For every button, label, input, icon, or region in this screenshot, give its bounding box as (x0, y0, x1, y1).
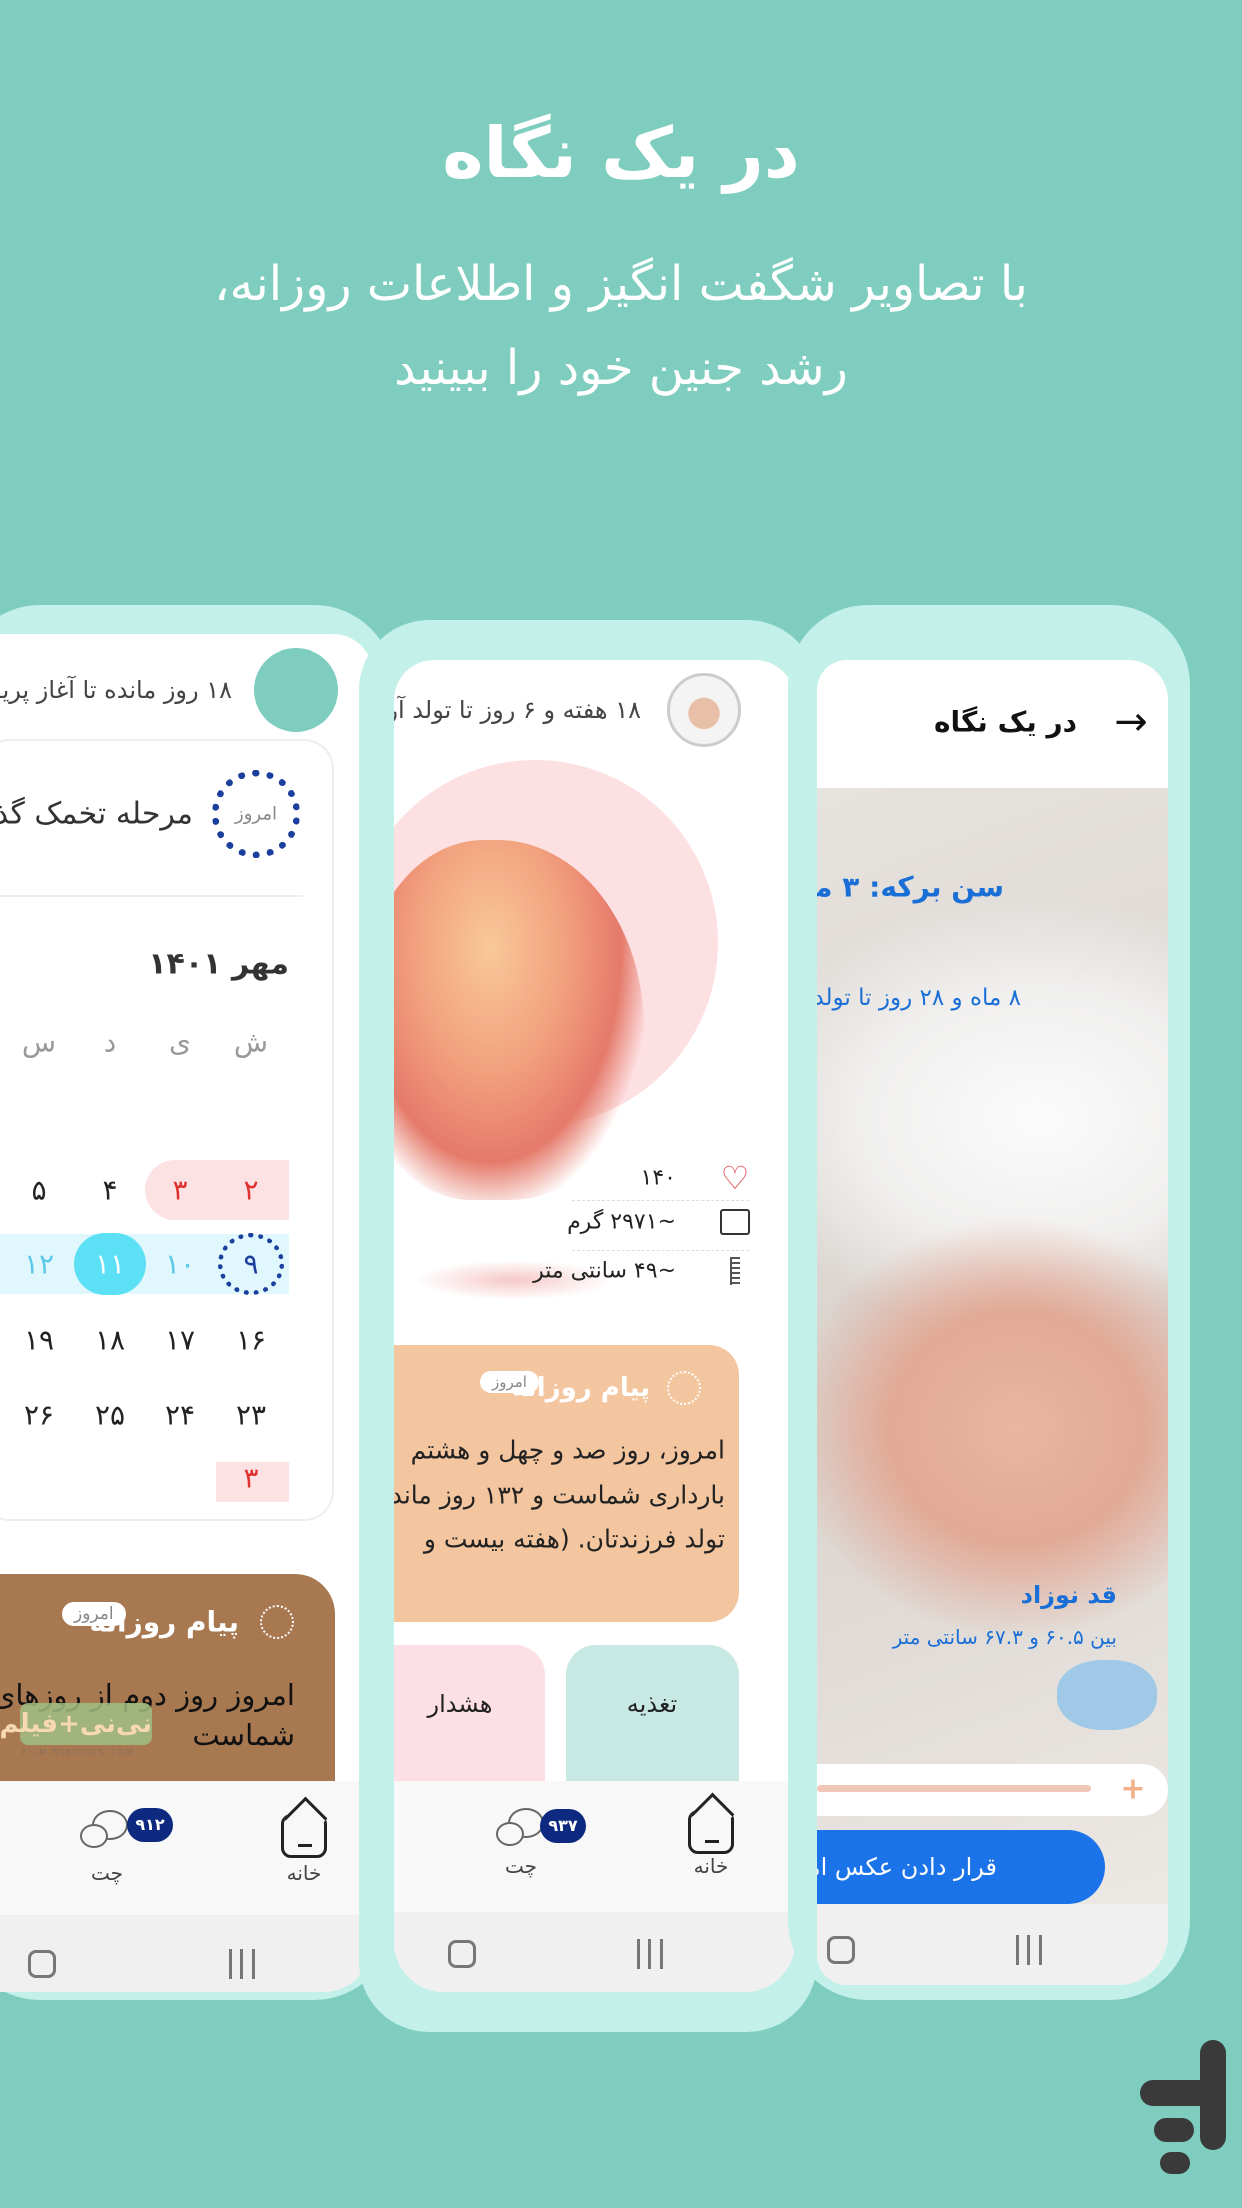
chat-icon[interactable] (496, 1808, 546, 1848)
weekday-header: د (103, 1025, 117, 1059)
daily-text-line1: امروز، روز صد و چهل و هشتم (410, 1435, 725, 1465)
calendar-day[interactable]: ۲۶ (9, 1399, 69, 1432)
home-icon[interactable] (281, 1814, 327, 1858)
hero-title: در یک نگاه (442, 112, 800, 194)
watermark-url: FILM.NINIPLUS.COM (22, 1748, 135, 1757)
divider (572, 1200, 749, 1201)
calendar-day[interactable]: ۱۸ (80, 1324, 140, 1357)
sun-icon (260, 1605, 294, 1639)
calendar-day[interactable]: ۵ (9, 1174, 69, 1207)
calendar-day[interactable]: ۲۴ (150, 1399, 210, 1432)
weekday-header: س (21, 1025, 57, 1059)
calendar-day[interactable]: ۱۹ (9, 1324, 69, 1357)
recents-icon[interactable] (229, 1949, 255, 1979)
back-arrow-icon[interactable]: → (1114, 699, 1148, 745)
heart-icon: ♡ (720, 1159, 750, 1197)
home-icon[interactable] (688, 1810, 734, 1854)
calendar-day[interactable]: ۳ (150, 1174, 210, 1207)
screen-title: در یک نگاه (933, 705, 1077, 739)
system-nav (817, 1904, 1168, 1985)
baby-avatar[interactable] (667, 673, 741, 747)
slider-track[interactable] (817, 1785, 1091, 1792)
calendar-day[interactable]: ۱۶ (221, 1324, 281, 1357)
baby-photo (817, 788, 1168, 1904)
height-value: بین ۶۰.۵ و ۶۷.۳ سانتی متر (892, 1625, 1117, 1649)
recents-icon[interactable] (1016, 1935, 1042, 1965)
add-photo-button-label: قرار دادن عکس امروز (817, 1853, 997, 1881)
calendar-day[interactable]: ۱۱ (80, 1248, 140, 1281)
calendar-day[interactable]: ۲ (221, 1174, 281, 1207)
plus-icon[interactable]: + (1120, 1772, 1145, 1807)
phase-text: مرحله تخمک گذاری (0, 796, 193, 832)
home-square-icon[interactable] (827, 1936, 855, 1964)
calendar-day[interactable]: ۲۵ (80, 1399, 140, 1432)
weekday-header: ش (233, 1025, 269, 1059)
divider (0, 895, 303, 897)
phone-screen-left: ۱۸ روز مانده تا آغاز پریود امروز مرحله ت… (0, 634, 373, 1992)
calendar-day[interactable]: ۳ (221, 1462, 281, 1495)
today-badge: امروز (480, 1371, 539, 1393)
calendar-day[interactable]: ۲۳ (221, 1399, 281, 1432)
photo-detail (1057, 1660, 1157, 1730)
fetus-length: ~۴۹ سانتی متر (533, 1258, 676, 1284)
daily-text-line2: شماست (192, 1718, 295, 1752)
calendar-day[interactable]: ۴ (80, 1174, 140, 1207)
daily-text-line3: تولد فرزندتان. (هفته بیست و (423, 1524, 725, 1554)
home-square-icon[interactable] (28, 1950, 56, 1978)
pregnancy-countdown: ۱۸ هفته و ۶ روز تا تولد آرمان (394, 696, 641, 724)
sun-icon (667, 1371, 701, 1405)
recents-icon[interactable] (637, 1939, 663, 1969)
baby-age: سن برکه: ۳ ماه (817, 870, 1004, 904)
profile-avatar[interactable] (254, 648, 338, 732)
tile-nutrition-label: تغذیه (626, 1690, 678, 1718)
nav-home-label[interactable]: خانه (694, 1854, 729, 1878)
chat-icon[interactable] (80, 1810, 130, 1850)
bottom-nav (394, 1781, 795, 1912)
today-label: امروز (235, 803, 277, 825)
fetus-weight: ~۲۹۷۱ گرم (567, 1209, 676, 1235)
height-title: قد نوزاد (1020, 1581, 1117, 1609)
system-nav (0, 1915, 373, 1992)
store-logo (1140, 2040, 1240, 2175)
calendar-day[interactable]: ۱۷ (150, 1324, 210, 1357)
hero-subtitle-line1: با تصاویر شگفت انگیز و اطلاعات روزانه، (214, 256, 1028, 312)
nav-chat-label[interactable]: چت (91, 1861, 123, 1885)
weekday-header: ی (169, 1025, 191, 1059)
today-badge: امروز (62, 1602, 126, 1626)
chat-badge: ۹۳۷ (540, 1809, 586, 1843)
heart-rate: ۱۴۰ (640, 1165, 676, 1191)
nav-chat-label[interactable]: چت (505, 1854, 537, 1878)
divider (572, 1250, 749, 1251)
calendar-day[interactable]: ۱۲ (9, 1248, 69, 1281)
phone-screen-middle: ۱۸ هفته و ۶ روز تا تولد آرمان ♡ ۱۴۰ ~۲۹۷… (394, 660, 795, 1992)
tile-warning-label: هشدار (427, 1690, 493, 1718)
until-birth: ۸ ماه و ۲۸ روز تا تولد (817, 985, 1021, 1011)
scale-icon (720, 1209, 750, 1235)
home-square-icon[interactable] (448, 1940, 476, 1968)
daily-text-line2: بارداری شماست و ۱۳۲ روز مانده (394, 1480, 725, 1510)
month-title: مهر ۱۴۰۱ (148, 946, 289, 982)
nav-home-label[interactable]: خانه (287, 1861, 322, 1885)
phone-screen-right: → در یک نگاه سن برکه: ۳ ماه ۸ ماه و ۲۸ ر… (817, 660, 1168, 1985)
hero-subtitle-line2: رشد جنین خود را ببینید (394, 340, 848, 396)
period-countdown: ۱۸ روز مانده تا آغاز پریود (0, 676, 232, 704)
chat-badge: ۹۱۲ (127, 1808, 173, 1842)
watermark-logo: نی‌نی+فیلم (0, 1703, 152, 1745)
calendar-day[interactable]: ۹ (221, 1248, 281, 1281)
ruler-icon (730, 1257, 740, 1285)
calendar-day[interactable]: ۱۰ (150, 1248, 210, 1281)
